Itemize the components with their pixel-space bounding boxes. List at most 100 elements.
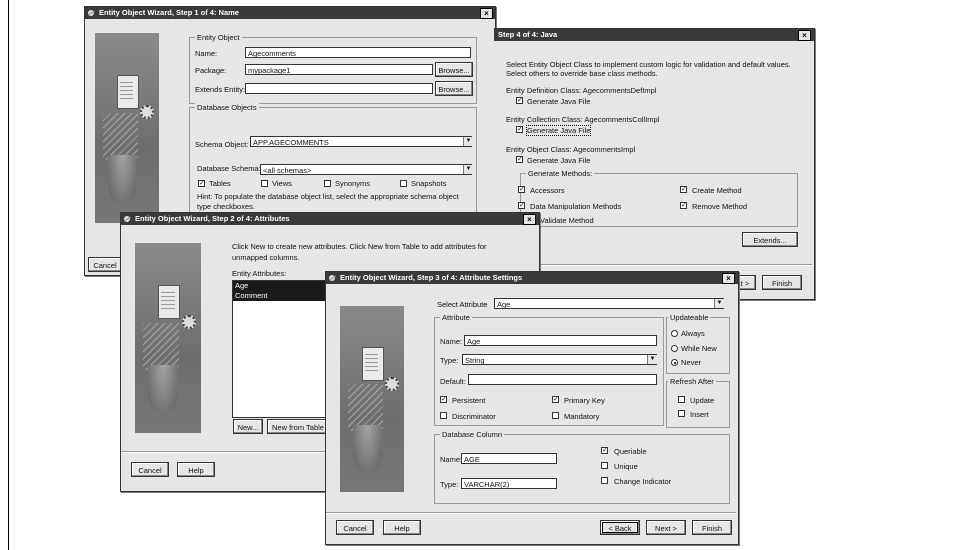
chevron-down-icon[interactable]: ▼ (463, 137, 473, 146)
new-button[interactable]: New... (233, 419, 263, 434)
next-button[interactable]: Next > (646, 520, 686, 535)
wizard-step4-window: Step 4 of 4: Java × Select Entity Object… (494, 28, 815, 300)
extends-entity-field[interactable] (245, 83, 433, 94)
schema-object-label: Schema Object: (195, 140, 249, 149)
dml-methods-label: Data Manipulation Methods (530, 202, 622, 211)
synonyms-checkbox[interactable] (324, 180, 331, 187)
window-title: Entity Object Wizard, Step 3 of 4: Attri… (340, 273, 523, 282)
dml-methods-checkbox[interactable]: ✓ (518, 202, 525, 209)
schema-object-combo[interactable]: APP.AGECOMMENTS (250, 136, 472, 147)
group-label: Database Objects (195, 103, 259, 112)
definition-class-label: Entity Definition Class: AgecommentsDefI… (506, 86, 657, 95)
wizard-illustration (340, 306, 404, 492)
entity-attributes-label: Entity Attributes: (232, 269, 287, 278)
name-field[interactable]: Age (464, 335, 657, 346)
intro-text-1: Select Entity Object Class to implement … (506, 60, 791, 69)
name-field[interactable]: Agecomments (245, 47, 471, 58)
new-from-table-button[interactable]: New from Table (267, 419, 329, 434)
never-label: Never (681, 358, 702, 367)
finish-button[interactable]: Finish (692, 520, 732, 535)
select-attribute-combo[interactable]: Age (494, 298, 724, 309)
remove-method-label: Remove Method (692, 202, 748, 211)
close-icon[interactable]: × (798, 30, 811, 41)
always-radio[interactable] (671, 330, 678, 337)
discriminator-checkbox[interactable] (440, 412, 447, 419)
chevron-down-icon[interactable]: ▼ (647, 355, 657, 364)
group-label: Database Column (440, 430, 505, 439)
close-icon[interactable]: × (523, 214, 536, 225)
change-indicator-label: Change Indicator (614, 477, 672, 486)
views-checkbox[interactable] (261, 180, 268, 187)
title-bar[interactable]: Step 4 of 4: Java (494, 29, 814, 41)
never-radio[interactable] (671, 359, 678, 366)
package-label: Package: (195, 66, 227, 75)
group-label: Entity Object (195, 33, 242, 42)
attributes-list[interactable]: Age Comment (232, 280, 334, 418)
close-icon[interactable]: × (480, 8, 493, 19)
column-name-label: Name: (440, 455, 463, 464)
database-schema-combo[interactable]: <all schemas> (260, 164, 472, 175)
tables-checkbox[interactable]: ✓ (198, 180, 205, 187)
divider (494, 264, 812, 266)
browse-package-button[interactable]: Browse... (435, 62, 473, 77)
title-bar[interactable]: Entity Object Wizard, Step 3 of 4: Attri… (326, 272, 738, 284)
validate-method-label: Validate Method (540, 216, 594, 225)
remove-method-checkbox[interactable]: ✓ (680, 202, 687, 209)
column-type-field[interactable]: VARCHAR(2) (461, 478, 557, 489)
back-button[interactable]: < Back (600, 520, 640, 535)
list-item[interactable]: Comment (233, 291, 333, 301)
database-schema-label: Database Schema: (197, 164, 261, 173)
generate-def-java-checkbox[interactable]: ✓ (516, 97, 523, 104)
intro-text-2: Select others to override base class met… (506, 69, 658, 78)
database-column-group: Database Column (434, 430, 730, 504)
finish-button[interactable]: Finish (762, 275, 802, 290)
update-checkbox[interactable] (678, 396, 685, 403)
wizard-icon (328, 275, 337, 281)
package-field[interactable]: mypackage1 (245, 64, 433, 75)
select-attribute-label: Select Attribute (437, 300, 488, 309)
primary-key-checkbox[interactable]: ✓ (552, 396, 559, 403)
persistent-label: Persistent (452, 396, 486, 405)
extends-button[interactable]: Extends... (742, 232, 798, 247)
mandatory-checkbox[interactable] (552, 412, 559, 419)
group-label: Updateable (668, 313, 711, 322)
column-name-field[interactable]: AGE (461, 453, 557, 464)
default-field[interactable] (468, 374, 657, 385)
unique-checkbox[interactable] (601, 462, 608, 469)
collection-class-label: Entity Collection Class: AgecommentsColl… (506, 115, 660, 124)
generate-coll-java-label: Generate Java File (525, 125, 592, 136)
close-icon[interactable]: × (722, 273, 735, 284)
window-title: Step 4 of 4: Java (498, 30, 558, 39)
change-indicator-checkbox[interactable] (601, 477, 608, 484)
list-item[interactable]: Age (233, 281, 333, 291)
generate-obj-java-checkbox[interactable]: ✓ (516, 156, 523, 163)
help-button[interactable]: Help (383, 520, 421, 535)
synonyms-label: Synonyms (335, 179, 371, 188)
while-new-label: While New (681, 344, 717, 353)
title-bar[interactable]: Entity Object Wizard, Step 1 of 4: Name (85, 7, 495, 19)
accessors-label: Accessors (530, 186, 565, 195)
generate-coll-java-checkbox[interactable]: ✓ (516, 126, 523, 133)
queriable-checkbox[interactable]: ✓ (601, 447, 608, 454)
while-new-radio[interactable] (671, 345, 678, 352)
persistent-checkbox[interactable]: ✓ (440, 396, 447, 403)
cancel-button[interactable]: Cancel (336, 520, 374, 535)
chevron-down-icon[interactable]: ▼ (463, 165, 473, 174)
queriable-label: Queriable (614, 447, 647, 456)
hint-text: Hint: To populate the database object li… (197, 192, 459, 211)
insert-checkbox[interactable] (678, 410, 685, 417)
help-button[interactable]: Help (177, 462, 215, 477)
cancel-button[interactable]: Cancel (88, 257, 122, 272)
accessors-checkbox[interactable]: ✓ (518, 186, 525, 193)
browse-extends-button[interactable]: Browse... (435, 81, 473, 96)
wizard-step3-window: Entity Object Wizard, Step 3 of 4: Attri… (325, 271, 739, 545)
wizard-illustration (135, 243, 201, 433)
snapshots-checkbox[interactable] (400, 180, 407, 187)
cancel-button[interactable]: Cancel (131, 462, 169, 477)
type-combo[interactable]: String (462, 354, 657, 365)
name-label: Name: (195, 49, 218, 58)
title-bar[interactable]: Entity Object Wizard, Step 2 of 4: Attri… (121, 213, 539, 225)
create-method-checkbox[interactable]: ✓ (680, 186, 687, 193)
chevron-down-icon[interactable]: ▼ (714, 299, 724, 308)
extends-entity-label: Extends Entity: (195, 85, 246, 94)
